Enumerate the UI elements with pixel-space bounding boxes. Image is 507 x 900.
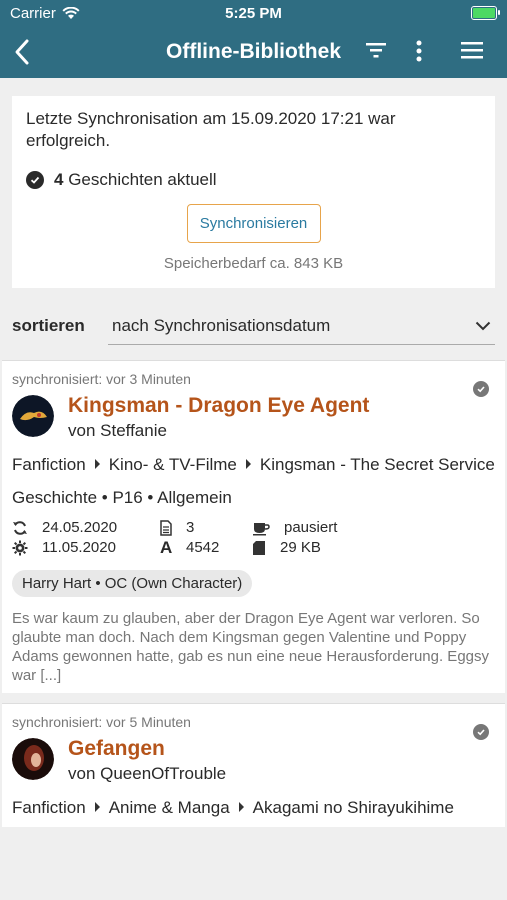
letter-a-icon: A xyxy=(160,538,173,557)
sort-value: nach Synchronisationsdatum xyxy=(112,315,331,335)
caret-right-icon xyxy=(245,459,251,469)
hamburger-menu-icon[interactable] xyxy=(460,40,484,60)
sort-row: sortieren nach Synchronisationsdatum xyxy=(12,306,495,346)
sort-select[interactable]: nach Synchronisationsdatum xyxy=(108,308,495,345)
story-meta: Geschichte • P16 • Allgemein xyxy=(12,488,232,507)
crumb: Fanfiction xyxy=(12,455,86,474)
caret-right-icon xyxy=(94,802,100,812)
story-title[interactable]: Gefangen xyxy=(68,736,226,762)
avatar xyxy=(12,395,54,437)
wifi-icon xyxy=(62,6,80,19)
story-summary: Es war kaum zu glauben, aber der Dragon … xyxy=(12,610,489,684)
created-date: 11.05.2020 xyxy=(42,539,116,556)
sync-count-row: 4 Geschichten aktuell xyxy=(26,170,481,190)
sd-card-icon xyxy=(253,541,265,555)
check-circle-icon xyxy=(26,171,44,189)
crumb: Anime & Manga xyxy=(108,798,230,817)
status-bar: Carrier 5:25 PM xyxy=(0,0,507,26)
story-card[interactable]: synchronisiert: vor 3 Minuten Kingsman -… xyxy=(2,360,505,693)
category-breadcrumb: Fanfiction Anime & Manga Akagami no Shiray… xyxy=(12,797,495,819)
sort-label: sortieren xyxy=(12,316,85,335)
gear-icon xyxy=(12,540,28,556)
category-breadcrumb: Fanfiction Kino- & TV-Filme Kingsman - The… xyxy=(12,454,495,476)
file-size: 29 KB xyxy=(280,539,321,556)
back-chevron-icon[interactable] xyxy=(12,38,32,66)
updated-date: 24.05.2020 xyxy=(42,519,118,536)
coffee-cup-icon xyxy=(253,523,270,536)
page-title: Offline-Bibliothek xyxy=(166,40,341,63)
sync-message: Letzte Synchronisation am 15.09.2020 17:… xyxy=(26,109,396,150)
story-author[interactable]: von Steffanie xyxy=(68,420,369,442)
refresh-icon xyxy=(13,521,27,535)
sync-count: 4 xyxy=(54,170,64,189)
sync-status-card: Letzte Synchronisation am 15.09.2020 17:… xyxy=(12,96,495,288)
synced-check-icon xyxy=(473,724,489,740)
story-title[interactable]: Kingsman - Dragon Eye Agent xyxy=(68,393,369,419)
chapter-count: 3 xyxy=(186,519,195,536)
synchronize-button[interactable]: Synchronisieren xyxy=(186,204,321,243)
caret-right-icon xyxy=(94,459,100,469)
more-vertical-icon[interactable] xyxy=(414,38,424,64)
story-stats: 24.05.2020 3 pausiert 11.05.2020 A 4542 … xyxy=(12,518,495,558)
avatar xyxy=(12,738,54,780)
story-state: pausiert xyxy=(284,519,338,536)
caret-right-icon xyxy=(238,802,244,812)
sync-count-label: Geschichten aktuell xyxy=(68,170,217,189)
synced-check-icon xyxy=(473,381,489,397)
document-icon xyxy=(160,520,172,536)
story-author[interactable]: von QueenOfTrouble xyxy=(68,763,226,785)
chevron-down-icon xyxy=(475,321,491,330)
character-tags[interactable]: Harry Hart • OC (Own Character) xyxy=(12,570,253,597)
storage-info: Speicherbedarf ca. 843 KB xyxy=(163,255,344,272)
word-count: 4542 xyxy=(186,539,220,556)
story-card[interactable]: synchronisiert: vor 5 Minuten Gefangen v… xyxy=(2,703,505,827)
filter-icon[interactable] xyxy=(364,40,388,60)
synced-time: synchronisiert: vor 5 Minuten xyxy=(12,714,191,730)
crumb: Kino- & TV-Filme xyxy=(108,455,237,474)
crumb: Kingsman - The Secret Service xyxy=(259,455,495,474)
carrier-label: Carrier xyxy=(10,4,56,22)
nav-bar: Offline-Bibliothek xyxy=(0,26,507,78)
synced-time: synchronisiert: vor 3 Minuten xyxy=(12,371,191,387)
battery-icon xyxy=(471,6,500,20)
crumb: Fanfiction xyxy=(12,798,86,817)
crumb: Akagami no Shirayukihime xyxy=(252,798,454,817)
